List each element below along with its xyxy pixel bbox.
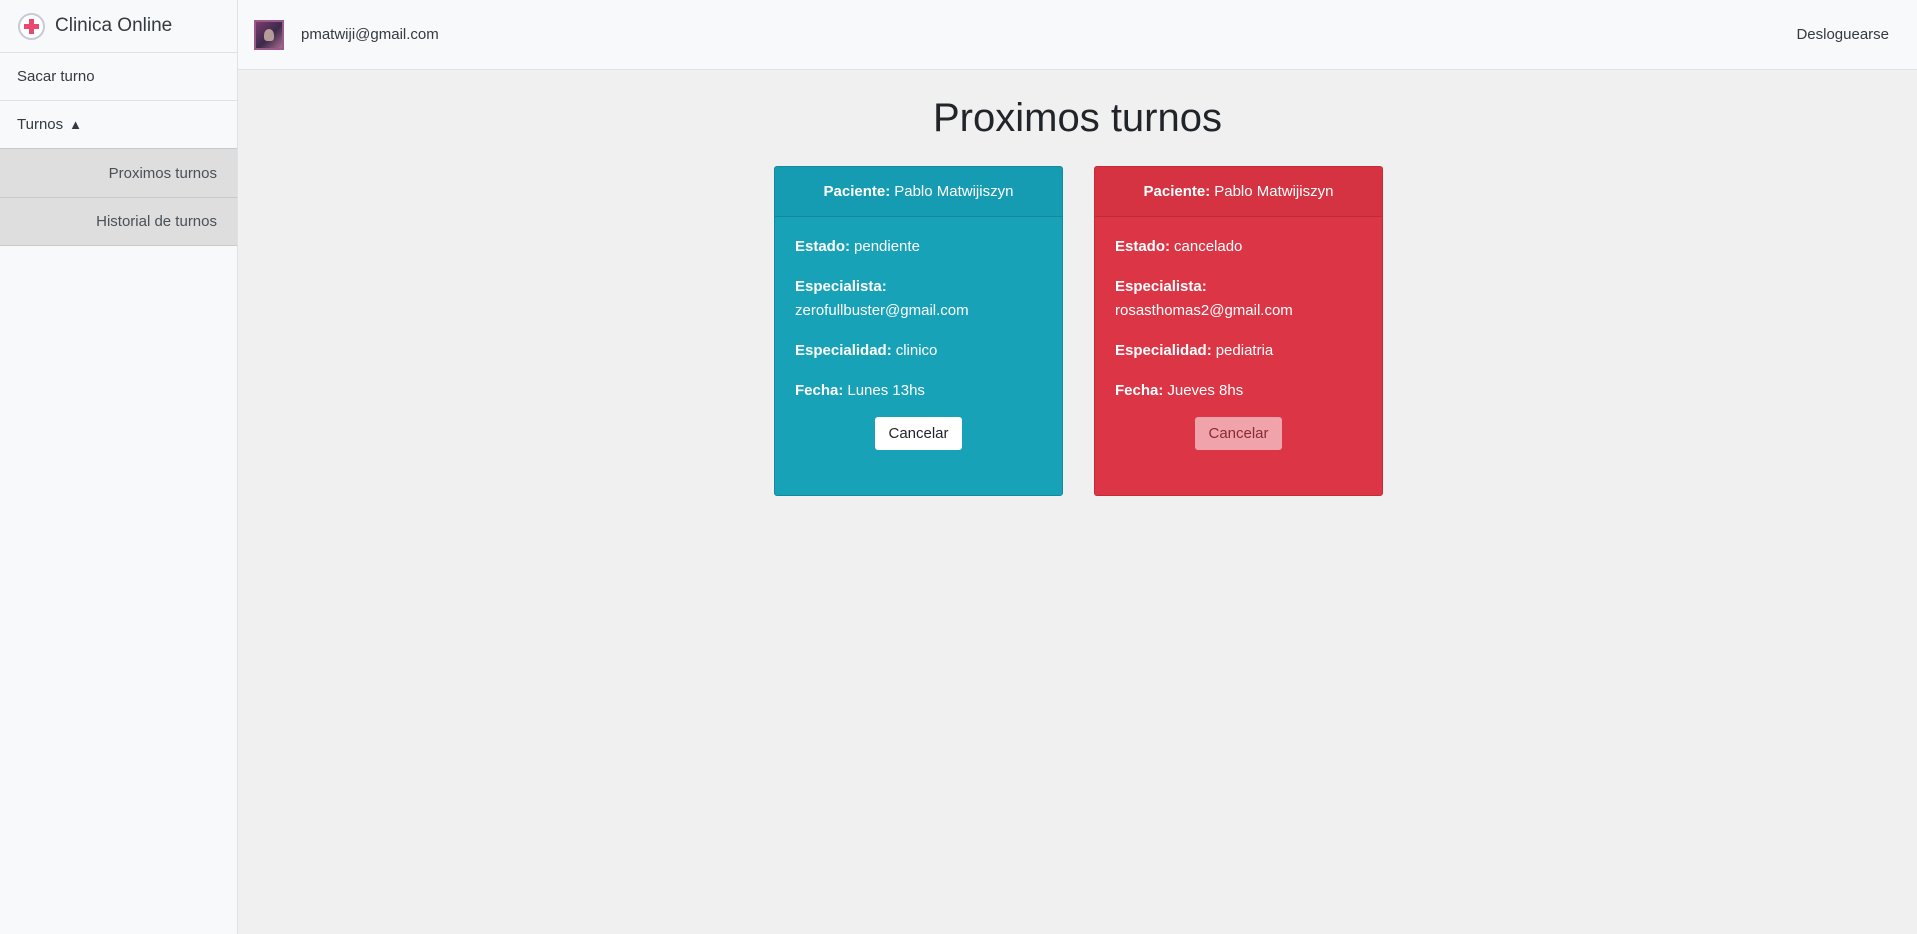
estado-field: Estado: pendiente [795,235,1042,259]
top-bar: pmatwiji@gmail.com Desloguearse [238,0,1917,70]
fecha-label: Fecha: [1115,382,1164,399]
sidebar-subitem-label: Historial de turnos [96,213,217,230]
appointment-card: Paciente: Pablo Matwijiszyn Estado: cance… [1094,166,1383,496]
estado-value: cancelado [1174,238,1243,255]
paciente-label: Paciente: [823,183,891,200]
fecha-value: Lunes 13hs [847,382,925,399]
sidebar-subitem-label: Proximos turnos [108,164,217,182]
estado-value: pendiente [854,238,920,255]
fecha-field: Fecha: Lunes 13hs [795,379,1042,403]
avatar[interactable] [254,19,284,50]
especialidad-label: Especialidad: [1115,342,1212,359]
paciente-value: Pablo Matwijiszyn [894,183,1014,200]
fecha-value: Jueves 8hs [1167,382,1244,399]
estado-field: Estado: cancelado [1115,235,1362,259]
sidebar-subitem-historial-de-turnos[interactable]: Historial de turnos [0,197,237,246]
sidebar-item-label: Turnos [17,116,64,133]
especialista-value: zerofullbuster@gmail.com [795,302,969,319]
card-body: Estado: pendiente Especialista: zerofullbu… [775,217,1062,450]
card-header: Paciente: Pablo Matwijiszyn [775,167,1062,217]
sidebar: Clinica Online Sacar turno Turnos ▲ Prox… [0,0,238,934]
especialidad-label: Especialidad: [795,342,892,359]
cancel-button[interactable]: Cancelar [1195,417,1282,450]
main-content: Proximos turnos Paciente: Pablo Matwijis… [238,70,1917,934]
brand[interactable]: Clinica Online [0,0,237,52]
paciente-label: Paciente: [1143,183,1211,200]
caret-up-icon: ▲ [69,117,83,132]
sidebar-item-turnos[interactable]: Turnos ▲ [0,100,237,148]
fecha-label: Fecha: [795,382,844,399]
sidebar-item-label: Sacar turno [17,68,95,85]
app-root: Clinica Online Sacar turno Turnos ▲ Prox… [0,0,1917,934]
card-actions: Cancelar [795,417,1042,450]
logout-link[interactable]: Desloguearse [1796,26,1889,43]
especialidad-field: Especialidad: clinico [795,339,1042,363]
fecha-field: Fecha: Jueves 8hs [1115,379,1362,403]
appointment-card: Paciente: Pablo Matwijiszyn Estado: pendi… [774,166,1063,496]
especialista-value: rosasthomas2@gmail.com [1115,302,1293,319]
page-title: Proximos turnos [933,96,1222,140]
user-email: pmatwiji@gmail.com [301,26,439,43]
paciente-value: Pablo Matwijiszyn [1214,183,1334,200]
especialista-field: Especialista: rosasthomas2@gmail.com [1115,275,1362,323]
medical-cross-icon [18,12,45,40]
brand-title: Clinica Online [55,15,173,36]
especialista-label: Especialista: [795,278,887,295]
especialista-label: Especialista: [1115,278,1207,295]
especialidad-field: Especialidad: pediatria [1115,339,1362,363]
especialista-field: Especialista: zerofullbuster@gmail.com [795,275,1042,323]
especialidad-value: clinico [895,342,938,359]
card-actions: Cancelar [1115,417,1362,450]
sidebar-subitem-proximos-turnos[interactable]: Proximos turnos [0,148,237,197]
card-body: Estado: cancelado Especialista: rosasthoma… [1095,217,1382,450]
especialidad-value: pediatria [1215,342,1274,359]
cancel-button[interactable]: Cancelar [875,417,962,450]
sidebar-item-sacar-turno[interactable]: Sacar turno [0,52,237,100]
card-header: Paciente: Pablo Matwijiszyn [1095,167,1382,217]
estado-label: Estado: [1115,238,1171,255]
estado-label: Estado: [795,238,851,255]
